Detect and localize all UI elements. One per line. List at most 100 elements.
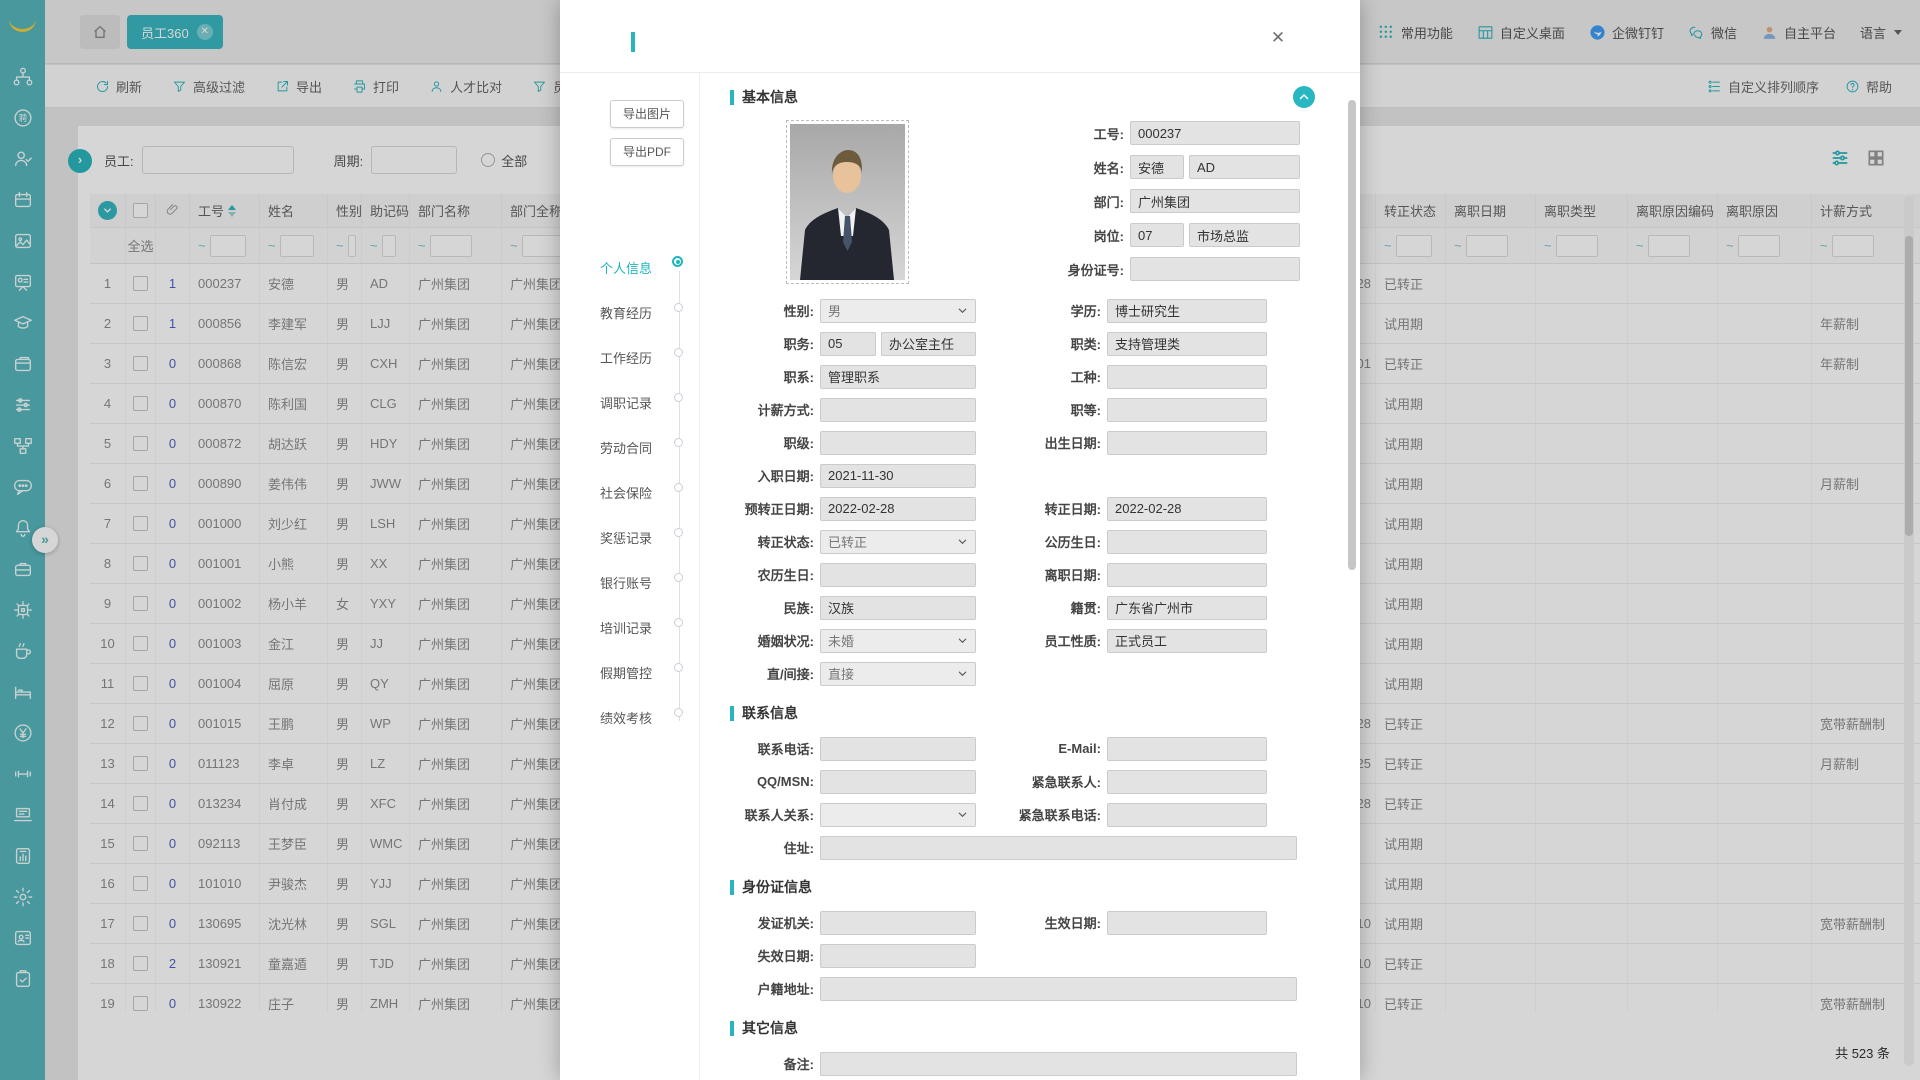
modal-title-marker: [631, 32, 635, 52]
field-input[interactable]: [820, 431, 976, 455]
field-input[interactable]: 市场总监: [1189, 223, 1300, 247]
field-label: 农历生日:: [730, 565, 820, 584]
form-row: 入职日期:2021-11-30: [730, 459, 1315, 492]
collapse-section-button[interactable]: [1293, 86, 1315, 108]
field-input[interactable]: [1107, 563, 1267, 587]
field-label: 工种:: [976, 367, 1107, 386]
form-row: 直/间接:直接: [730, 657, 1315, 690]
field-label: 职类:: [976, 334, 1107, 353]
modal-nav: 个人信息教育经历工作经历调职记录劳动合同社会保险奖惩记录银行账号培训记录假期管控…: [560, 251, 700, 746]
form-row: 身份证号:: [945, 252, 1300, 286]
field-input[interactable]: 博士研究生: [1107, 299, 1267, 323]
field-label: 户籍地址:: [730, 979, 820, 998]
modal-nav-label: 银行账号: [600, 573, 652, 592]
field-input[interactable]: 2021-11-30: [820, 464, 976, 488]
modal-nav-工作经历[interactable]: 工作经历: [560, 341, 700, 386]
field-input[interactable]: 办公室主任: [881, 332, 976, 356]
field-input[interactable]: 广州集团: [1130, 189, 1300, 213]
modal-nav-培训记录[interactable]: 培训记录: [560, 611, 700, 656]
field-input[interactable]: AD: [1189, 155, 1300, 179]
field-input-pair: 安德AD: [1130, 155, 1300, 179]
field-input[interactable]: [820, 977, 1297, 1001]
modal-close-icon[interactable]: ✕: [1266, 26, 1290, 50]
field-select[interactable]: 未婚: [820, 629, 976, 653]
section-marker: [730, 706, 734, 721]
section-other-title: 其它信息: [742, 1018, 798, 1038]
chevron-up-icon: [1298, 91, 1310, 103]
idcard-grid: 发证机关:生效日期:失效日期:户籍地址:: [730, 906, 1315, 1005]
employee-photo[interactable]: [786, 120, 909, 284]
field-input[interactable]: [1107, 365, 1267, 389]
field-input[interactable]: [1107, 737, 1267, 761]
field-input[interactable]: [1107, 803, 1267, 827]
modal-nav-社会保险[interactable]: 社会保险: [560, 476, 700, 521]
modal-nav-label: 培训记录: [600, 618, 652, 637]
field-select[interactable]: 男: [820, 299, 976, 323]
modal-nav-银行账号[interactable]: 银行账号: [560, 566, 700, 611]
field-select[interactable]: [820, 803, 976, 827]
field-input[interactable]: 07: [1130, 223, 1184, 247]
modal-nav-label: 个人信息: [600, 258, 652, 277]
field-label: 身份证号:: [1068, 260, 1130, 279]
field-label: 直/间接:: [730, 664, 820, 683]
field-label: 婚姻状况:: [730, 631, 820, 650]
field-input-pair: 07市场总监: [1130, 223, 1300, 247]
field-input[interactable]: 2022-02-28: [820, 497, 976, 521]
section-marker: [730, 90, 734, 105]
field-label: 失效日期:: [730, 946, 820, 965]
field-input[interactable]: [1107, 770, 1267, 794]
field-label: 职务:: [730, 334, 820, 353]
field-input[interactable]: [820, 1052, 1297, 1076]
field-input[interactable]: [820, 944, 976, 968]
field-input[interactable]: [820, 836, 1297, 860]
field-label: 职系:: [730, 367, 820, 386]
field-input[interactable]: [1107, 398, 1267, 422]
field-input[interactable]: 安德: [1130, 155, 1184, 179]
field-label: 员工性质:: [976, 631, 1107, 650]
nav-dot-icon: [672, 256, 683, 267]
export-pdf-button[interactable]: 导出PDF: [610, 138, 684, 166]
field-input[interactable]: 管理职系: [820, 365, 976, 389]
field-input[interactable]: [1130, 257, 1300, 281]
nav-dot-icon: [674, 393, 683, 402]
field-input[interactable]: 05: [820, 332, 876, 356]
field-select[interactable]: 直接: [820, 662, 976, 686]
form-row: 预转正日期:2022-02-28转正日期:2022-02-28: [730, 492, 1315, 525]
modal-nav-劳动合同[interactable]: 劳动合同: [560, 431, 700, 476]
modal-nav-调职记录[interactable]: 调职记录: [560, 386, 700, 431]
nav-dot-icon: [674, 303, 683, 312]
field-input[interactable]: [1107, 431, 1267, 455]
field-input[interactable]: 支持管理类: [1107, 332, 1267, 356]
field-input[interactable]: [820, 563, 976, 587]
field-input[interactable]: [1107, 911, 1267, 935]
field-label: 紧急联系电话:: [976, 805, 1107, 824]
field-input[interactable]: [820, 398, 976, 422]
field-input[interactable]: 2022-02-28: [1107, 497, 1267, 521]
chevron-down-icon: [957, 809, 968, 820]
field-input[interactable]: 广东省广州市: [1107, 596, 1267, 620]
export-image-button[interactable]: 导出图片: [610, 100, 684, 128]
modal-nav-绩效考核[interactable]: 绩效考核: [560, 701, 700, 746]
field-input[interactable]: [1107, 530, 1267, 554]
chevron-down-icon: [957, 668, 968, 679]
modal-nav-label: 绩效考核: [600, 708, 652, 727]
field-label: 联系电话:: [730, 739, 820, 758]
modal-nav-奖惩记录[interactable]: 奖惩记录: [560, 521, 700, 566]
modal-nav-假期管控[interactable]: 假期管控: [560, 656, 700, 701]
field-input[interactable]: [820, 770, 976, 794]
chevron-down-icon: [957, 536, 968, 547]
section-contact-header: 联系信息: [730, 702, 1315, 724]
field-input[interactable]: 000237: [1130, 121, 1300, 145]
field-input[interactable]: 正式员工: [1107, 629, 1267, 653]
form-row: 户籍地址:: [730, 972, 1315, 1005]
form-row: 备注:: [730, 1047, 1315, 1080]
field-input[interactable]: [820, 737, 976, 761]
modal-nav-个人信息[interactable]: 个人信息: [560, 251, 700, 296]
modal-nav-教育经历[interactable]: 教育经历: [560, 296, 700, 341]
modal-scrollbar[interactable]: [1347, 80, 1357, 1070]
field-select[interactable]: 已转正: [820, 530, 976, 554]
field-input[interactable]: 汉族: [820, 596, 976, 620]
field-input[interactable]: [820, 911, 976, 935]
modal-scrollbar-thumb[interactable]: [1348, 100, 1356, 570]
modal-nav-label: 社会保险: [600, 483, 652, 502]
